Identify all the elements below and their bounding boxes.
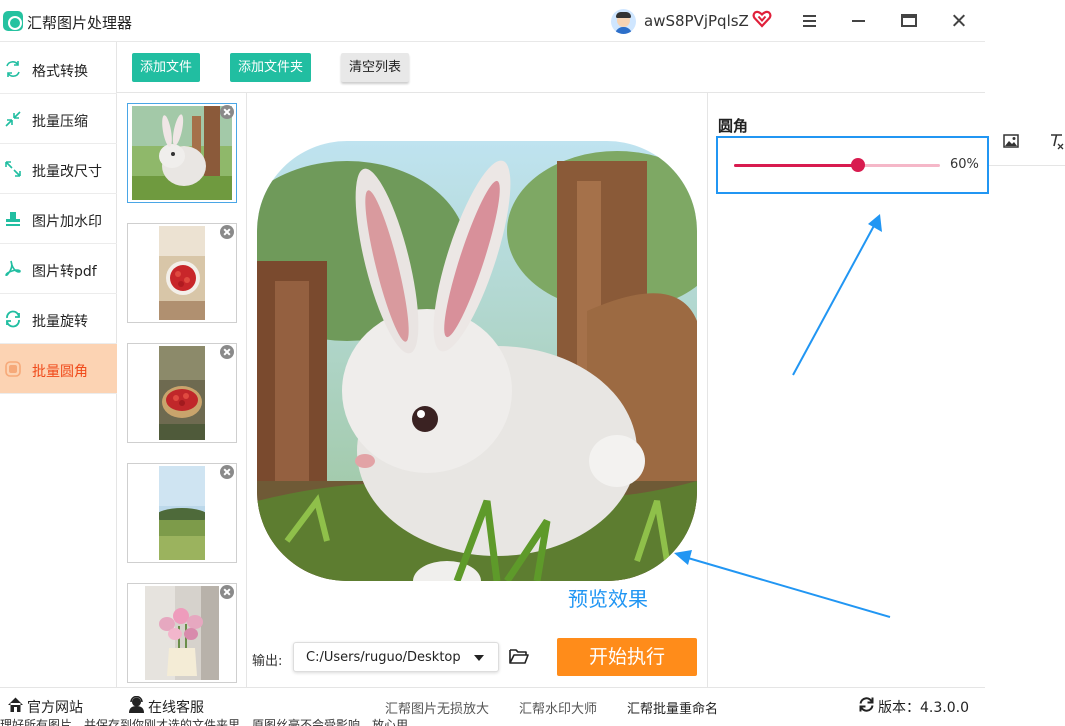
home-icon: [8, 697, 23, 712]
app-logo-icon: [3, 11, 23, 31]
sidebar-item-label: 批量压缩: [32, 114, 88, 130]
basket-thumbnail-image: [159, 346, 205, 440]
customer-service-icon: [129, 696, 144, 713]
sidebar-item-label: 批量圆角: [32, 364, 88, 380]
add-folder-button[interactable]: 添加文件夹: [230, 53, 311, 82]
slider-fill: [734, 164, 858, 167]
landscape-thumbnail-image: [159, 466, 205, 560]
sidebar-item-label: 批量旋转: [32, 314, 88, 330]
sidebar-item-label: 图片转pdf: [32, 264, 97, 280]
rabbit-thumbnail-image: [132, 106, 232, 200]
watermark-icon: [6, 212, 20, 226]
batch-rename-link[interactable]: 汇帮批量重命名: [627, 698, 718, 717]
add-file-button[interactable]: 添加文件: [132, 53, 200, 82]
format-convert-icon: [6, 61, 20, 77]
sidebar: 格式转换 批量压缩 批量改尺寸 图片加水印 图片转pdf 批量旋转 批量圆角: [0, 42, 117, 687]
start-button[interactable]: 开始执行: [557, 638, 697, 676]
compress-icon: [5, 111, 21, 127]
maximize-button[interactable]: [898, 10, 920, 32]
output-label: 输出:: [252, 654, 283, 669]
preview-effect-label: 预览效果: [568, 587, 648, 611]
online-service-link[interactable]: 在线客服: [148, 697, 204, 717]
minimize-button[interactable]: [848, 10, 870, 32]
sidebar-item-resize[interactable]: 批量改尺寸: [0, 144, 117, 194]
remove-thumbnail-button[interactable]: [220, 225, 234, 239]
thumbnail-tulips[interactable]: [127, 583, 237, 683]
vip-heart-icon[interactable]: [752, 9, 772, 29]
remove-thumbnail-button[interactable]: [220, 105, 234, 119]
editor-toolbar: [989, 120, 1065, 166]
slider-thumb[interactable]: [850, 158, 865, 172]
thumbnail-landscape[interactable]: [127, 463, 237, 563]
refresh-icon[interactable]: [858, 696, 875, 713]
rounded-corner-icon: [5, 361, 21, 377]
rotate-icon: [6, 310, 20, 328]
tulips-thumbnail-image: [145, 586, 219, 680]
version-label: 版本：4.3.0.0: [878, 700, 969, 716]
image-icon[interactable]: [1003, 134, 1019, 148]
corner-radius-value: 60%: [950, 157, 979, 172]
menu-button[interactable]: [799, 10, 821, 32]
clear-list-button[interactable]: 清空列表: [341, 53, 409, 82]
preview-image: [257, 141, 697, 581]
sidebar-item-rotate[interactable]: 批量旋转: [0, 294, 117, 344]
hint-text: 理好所有图片，并保存到你刚才选的文件夹里。原图丝毫不会受影响，放心用: [0, 718, 409, 726]
title-bar: 汇帮图片处理器 awS8PVjPqlsZ: [0, 0, 985, 42]
user-avatar[interactable]: [611, 9, 636, 34]
thumbnail-strawberries-basket[interactable]: [127, 343, 237, 443]
thumbnail-strawberries-cup[interactable]: [127, 223, 237, 323]
thumbnail-list: [117, 92, 247, 687]
lossless-upscale-link[interactable]: 汇帮图片无损放大: [385, 698, 489, 717]
user-name[interactable]: awS8PVjPqlsZ: [644, 12, 749, 30]
sidebar-item-label: 批量改尺寸: [32, 164, 102, 180]
pdf-icon: [5, 260, 21, 276]
sidebar-item-format-convert[interactable]: 格式转换: [0, 44, 117, 94]
close-button[interactable]: [948, 10, 970, 32]
sidebar-item-label: 格式转换: [32, 64, 88, 80]
sidebar-item-rounded-corner[interactable]: 批量圆角: [0, 344, 117, 394]
remove-thumbnail-button[interactable]: [220, 465, 234, 479]
app-title: 汇帮图片处理器: [27, 14, 133, 32]
corner-radius-slider-box: 60%: [716, 136, 989, 194]
output-path-select[interactable]: C:/Users/ruguo/Desktop: [293, 642, 499, 672]
corner-radius-slider[interactable]: [734, 164, 940, 167]
sidebar-item-pdf[interactable]: 图片转pdf: [0, 244, 117, 294]
remove-thumbnail-button[interactable]: [220, 585, 234, 599]
thumbnail-rabbit[interactable]: [127, 103, 237, 203]
sidebar-item-label: 图片加水印: [32, 214, 102, 230]
resize-icon: [5, 161, 21, 177]
bottom-bar: 官方网站 在线客服 汇帮图片无损放大 汇帮水印大师 汇帮批量重命名 版本：4.3…: [0, 687, 985, 721]
chevron-down-icon: [474, 655, 484, 661]
folder-open-icon[interactable]: [509, 648, 529, 665]
watermark-master-link[interactable]: 汇帮水印大师: [519, 698, 597, 717]
strawberry-thumbnail-image: [159, 226, 205, 320]
sidebar-item-compress[interactable]: 批量压缩: [0, 94, 117, 144]
sidebar-item-watermark[interactable]: 图片加水印: [0, 194, 117, 244]
output-path-value: C:/Users/ruguo/Desktop: [306, 650, 461, 665]
remove-thumbnail-button[interactable]: [220, 345, 234, 359]
official-site-link[interactable]: 官方网站: [27, 697, 83, 717]
clear-format-icon[interactable]: [1048, 132, 1064, 150]
corner-radius-title: 圆角: [718, 117, 749, 135]
